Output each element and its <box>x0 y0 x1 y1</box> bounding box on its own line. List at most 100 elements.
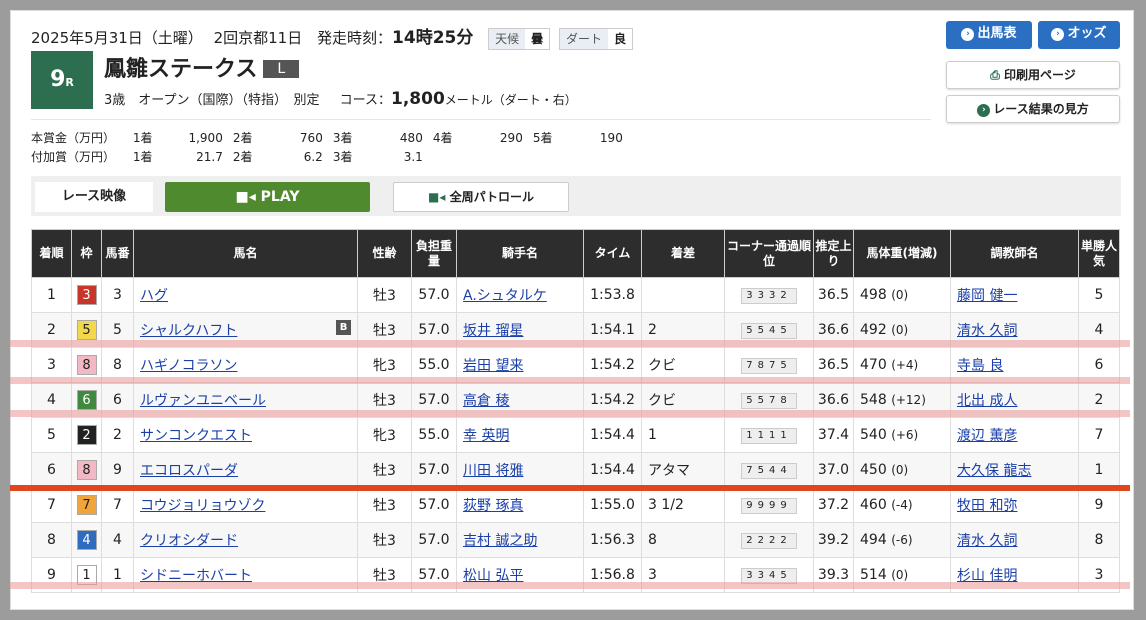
horse-name-link[interactable]: ルヴァンユニベール <box>140 393 266 409</box>
jockey-link[interactable]: 幸 英明 <box>463 428 509 444</box>
carried-weight: 57.0 <box>411 487 457 523</box>
result-guide-button[interactable]: › レース結果の見方 <box>946 95 1120 123</box>
body-weight: 514 <box>860 567 887 583</box>
last-3f: 37.0 <box>813 452 854 488</box>
horse-name-link[interactable]: ハグ <box>140 288 168 304</box>
horse-name-link[interactable]: クリオシダード <box>140 533 238 549</box>
trainer-link[interactable]: 清水 久詞 <box>957 323 1017 339</box>
jockey-link[interactable]: 岩田 望来 <box>463 358 523 374</box>
body-weight-cell: 494 (-6) <box>853 522 951 558</box>
horse-name-link[interactable]: サンコンクエスト <box>140 428 252 444</box>
prize-amount: 6.2 <box>303 150 323 164</box>
trainer-link[interactable]: 清水 久詞 <box>957 533 1017 549</box>
column-header: 騎手名 <box>456 229 584 278</box>
trainer-cell: 牧田 和弥 <box>950 487 1079 523</box>
horse-name-cell: コウジョリョウゾク <box>133 487 358 523</box>
trainer-link[interactable]: 渡辺 薫彦 <box>957 428 1017 444</box>
carried-weight: 55.0 <box>411 417 457 453</box>
sex-age: 牝3 <box>357 417 412 453</box>
race-conditions: 3歳 オープン（国際）（特指） 別定 コース：1,800メートル（ダート・右） <box>104 89 577 109</box>
finish-time: 1:55.0 <box>583 487 642 523</box>
trainer-link[interactable]: 牧田 和弥 <box>957 498 1017 514</box>
print-page-label: 印刷用ページ <box>1004 68 1076 82</box>
column-header: 着順 <box>31 229 72 278</box>
body-weight-diff: (+6) <box>891 428 919 442</box>
body-weight: 540 <box>860 427 887 443</box>
race-number-suffix: R <box>65 76 74 89</box>
corner-cell: 9999 <box>724 487 814 523</box>
table-row: 1 3 3 ハグ 牡3 57.0 A.シュタルケ 1:53.8 3332 36.5 498 (0) 藤… <box>31 277 1120 313</box>
arrow-right-icon: › <box>961 28 975 41</box>
prize-place: 3着 <box>332 150 353 164</box>
body-weight-cell: 540 (+6) <box>853 417 951 453</box>
trainer-link[interactable]: 寺島 良 <box>957 358 1003 374</box>
course-label: コース： <box>339 93 391 108</box>
column-header: 推定上り <box>813 229 854 278</box>
prize-place: 5着 <box>532 131 553 145</box>
video-camera-icon: ■◂ <box>235 189 261 205</box>
column-header: 着差 <box>641 229 725 278</box>
jockey-link[interactable]: A.シュタルケ <box>463 288 547 304</box>
trainer-cell: 渡辺 薫彦 <box>950 417 1079 453</box>
highlight-line <box>10 340 1130 347</box>
waku-badge: 6 <box>76 390 97 410</box>
jockey-link[interactable]: 高倉 稜 <box>463 393 509 409</box>
horse-name-link[interactable]: ハギノコラソン <box>140 358 237 374</box>
margin: 8 <box>641 522 725 558</box>
corner-positions: 5578 <box>741 393 797 409</box>
track-label: ダート <box>559 28 608 49</box>
prize-amount: 21.7 <box>196 150 223 164</box>
result-guide-label: レース結果の見方 <box>993 102 1089 116</box>
corner-cell: 2222 <box>724 522 814 558</box>
body-weight-cell: 460 (-4) <box>853 487 951 523</box>
finish-position: 7 <box>31 487 72 523</box>
prize-amount: 760 <box>299 131 323 145</box>
waku-cell: 3 <box>71 277 102 313</box>
horse-name-link[interactable]: シャルクハフト <box>140 323 237 339</box>
prize-amount: 3.1 <box>403 150 423 164</box>
trainer-cell: 藤岡 健一 <box>950 277 1079 313</box>
body-weight: 470 <box>860 357 887 373</box>
horse-name-link[interactable]: コウジョリョウゾク <box>140 498 265 514</box>
odds-button[interactable]: › オッズ <box>1038 21 1120 49</box>
track-tag: ダート良 <box>558 27 633 50</box>
trainer-link[interactable]: 北出 成人 <box>957 393 1017 409</box>
prize-amount: 480 <box>399 131 423 145</box>
trainer-cell: 清水 久詞 <box>950 522 1079 558</box>
horse-name-link[interactable]: エコロスパーダ <box>140 463 238 479</box>
body-weight-cell: 450 (0) <box>853 452 951 488</box>
jockey-link[interactable]: 荻野 琢真 <box>463 498 523 514</box>
highlight-line <box>10 582 1130 589</box>
carried-weight: 57.0 <box>411 277 457 313</box>
jockey-link[interactable]: 吉村 誠之助 <box>463 533 537 549</box>
jockey-link[interactable]: 坂井 瑠星 <box>463 323 523 339</box>
popularity: 5 <box>1078 277 1120 313</box>
corner-positions: 7875 <box>741 358 797 374</box>
horse-name-cell: クリオシダード <box>133 522 358 558</box>
column-header: 調教師名 <box>950 229 1079 278</box>
jockey-link[interactable]: 川田 将雅 <box>463 463 523 479</box>
entries-button[interactable]: › 出馬表 <box>946 21 1032 49</box>
race-name: 鳳雛ステークス <box>104 57 258 82</box>
column-header: 負担重量 <box>411 229 457 278</box>
trainer-link[interactable]: 藤岡 健一 <box>957 288 1017 304</box>
sex-age: 牡3 <box>357 487 412 523</box>
table-header-row: 着順枠馬番 馬名 性齢 負担重量 騎手名 タイム 着差 コーナー通過順位 推定上り 馬体重(増減)… <box>31 229 1120 278</box>
jockey-cell: 川田 将雅 <box>456 452 584 488</box>
sex-age: 牡3 <box>357 452 412 488</box>
body-weight: 494 <box>860 532 887 548</box>
corner-cell: 1111 <box>724 417 814 453</box>
waku-cell: 8 <box>71 452 102 488</box>
finish-position: 8 <box>31 522 72 558</box>
column-header: 性齢 <box>357 229 412 278</box>
video-camera-icon: ■◂ <box>428 190 450 204</box>
highlight-line <box>10 377 1130 384</box>
play-button[interactable]: ■◂ PLAY <box>165 182 370 212</box>
trainer-link[interactable]: 大久保 龍志 <box>957 463 1031 479</box>
body-weight-diff: (0) <box>891 288 909 302</box>
print-page-button[interactable]: ⎙ 印刷用ページ <box>946 61 1120 89</box>
patrol-video-button[interactable]: ■◂ 全周パトロール <box>393 182 569 212</box>
weather-label: 天候 <box>489 28 526 49</box>
carried-weight: 57.0 <box>411 452 457 488</box>
prize-place: 4着 <box>432 131 453 145</box>
